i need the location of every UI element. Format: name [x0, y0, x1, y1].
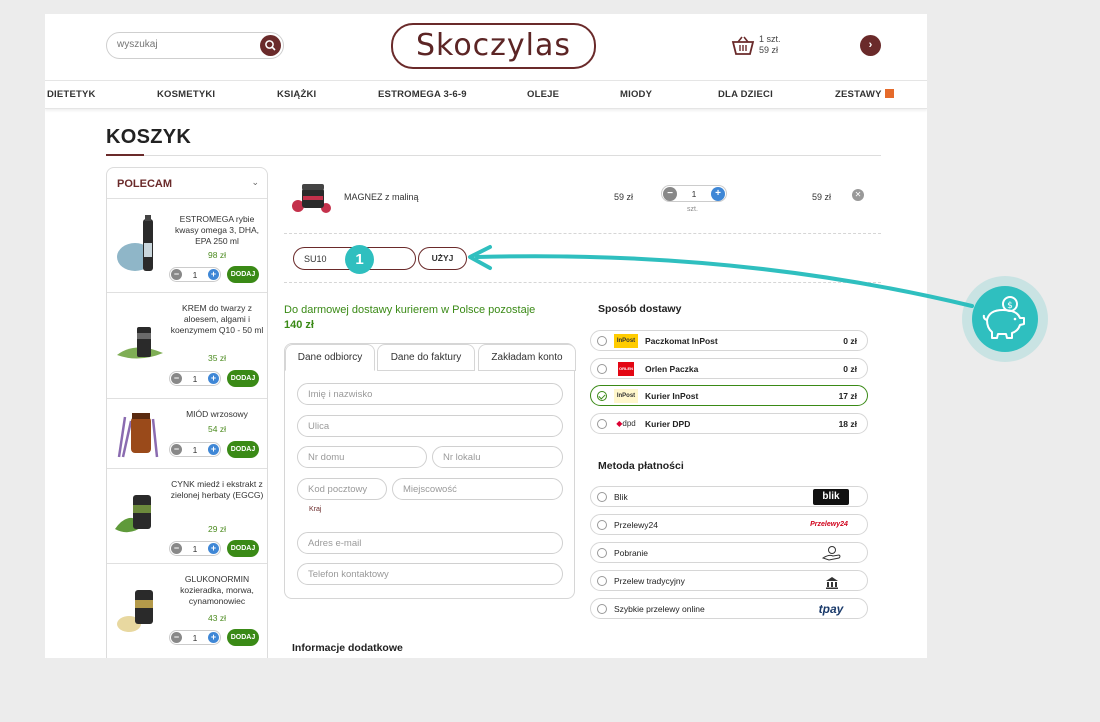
piggy-bank-icon: $ [982, 296, 1025, 339]
annotation-arrow [468, 245, 974, 308]
piggy-bank-badge: $ [972, 286, 1038, 352]
